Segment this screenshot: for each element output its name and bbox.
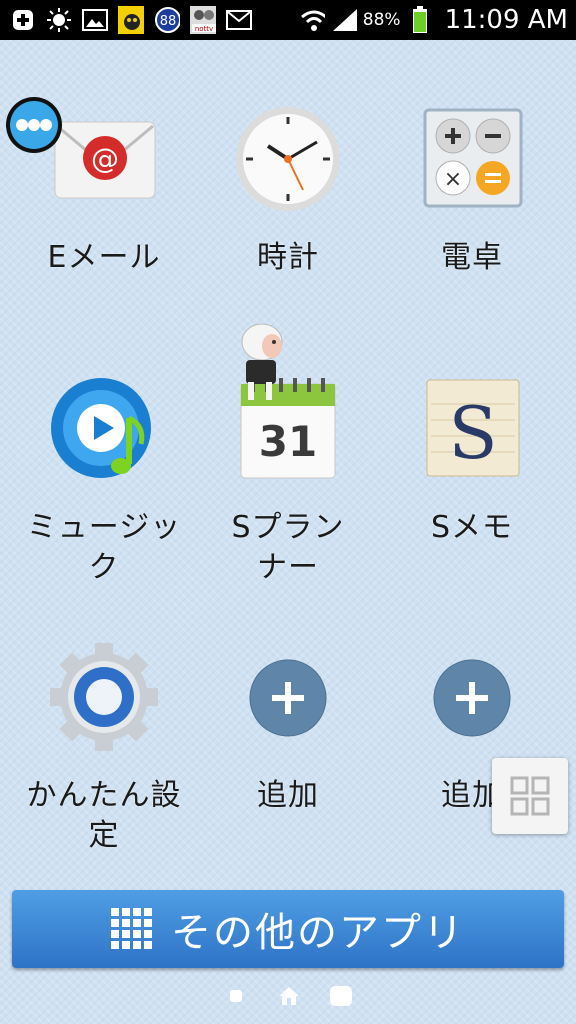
svg-text:×: ×	[444, 167, 462, 192]
status-bar: 88 nottv 88% 11:09 AM	[0, 0, 576, 40]
sheep-sticker-icon	[234, 320, 288, 404]
brightness-icon	[46, 7, 72, 33]
app-label: 追加	[257, 778, 319, 813]
app-label: 時計	[257, 240, 319, 275]
app-splanner[interactable]: 31 Sプラン ナー	[196, 374, 380, 588]
add-circle-icon	[417, 642, 527, 752]
gmail-icon	[226, 7, 252, 33]
grid-four-icon	[510, 776, 550, 816]
clock-icon	[233, 104, 343, 214]
app-label: Sプラン ナー	[231, 510, 345, 585]
app-music[interactable]: ミュージッ ク	[12, 374, 196, 588]
battery-percent: 88%	[362, 10, 401, 30]
app-smemo[interactable]: S Sメモ	[380, 374, 564, 548]
app-label: かんたん設 定	[26, 778, 182, 853]
svg-text:88: 88	[160, 14, 177, 29]
all-apps-button[interactable]: その他のアプリ	[12, 890, 564, 968]
nottv-icon: nottv	[190, 6, 216, 34]
app-calculator[interactable]: × 電卓	[380, 104, 564, 278]
page-dot[interactable]	[230, 990, 242, 1002]
page-dot-current[interactable]	[330, 986, 352, 1006]
svg-text:S: S	[448, 391, 497, 475]
settings-gear-icon	[49, 642, 159, 752]
app-clock[interactable]: 時計	[196, 104, 380, 278]
grid-icon	[111, 908, 152, 949]
app-add-1[interactable]: 追加	[196, 642, 380, 816]
calculator-icon: ×	[417, 104, 527, 214]
page-indicator	[0, 984, 576, 1008]
smemo-icon: S	[417, 374, 527, 484]
pikachu-app-icon	[118, 6, 144, 34]
home-page-icon[interactable]	[278, 986, 300, 1006]
music-icon	[49, 374, 159, 484]
add-circle-icon	[233, 642, 343, 752]
app-label: Sメモ	[430, 510, 514, 545]
svg-text:@: @	[91, 142, 119, 175]
wifi-icon	[299, 7, 325, 33]
badge-88-icon: 88	[154, 7, 180, 33]
all-apps-label: その他のアプリ	[171, 910, 465, 956]
gallery-icon	[82, 7, 108, 33]
folder-bubble-icon[interactable]	[2, 96, 66, 154]
svg-text:nottv: nottv	[195, 25, 213, 33]
signal-icon	[331, 7, 357, 33]
clock-time: 11:09 AM	[444, 5, 568, 35]
add-icon	[10, 7, 36, 33]
app-label: 電卓	[441, 240, 503, 275]
app-label: ミュージッ ク	[26, 510, 182, 585]
app-easy-settings[interactable]: かんたん設 定	[12, 642, 196, 856]
multiwindow-button[interactable]	[492, 758, 568, 834]
app-label: Eメール	[47, 240, 161, 275]
battery-icon	[407, 6, 433, 33]
svg-text:31: 31	[259, 417, 317, 466]
